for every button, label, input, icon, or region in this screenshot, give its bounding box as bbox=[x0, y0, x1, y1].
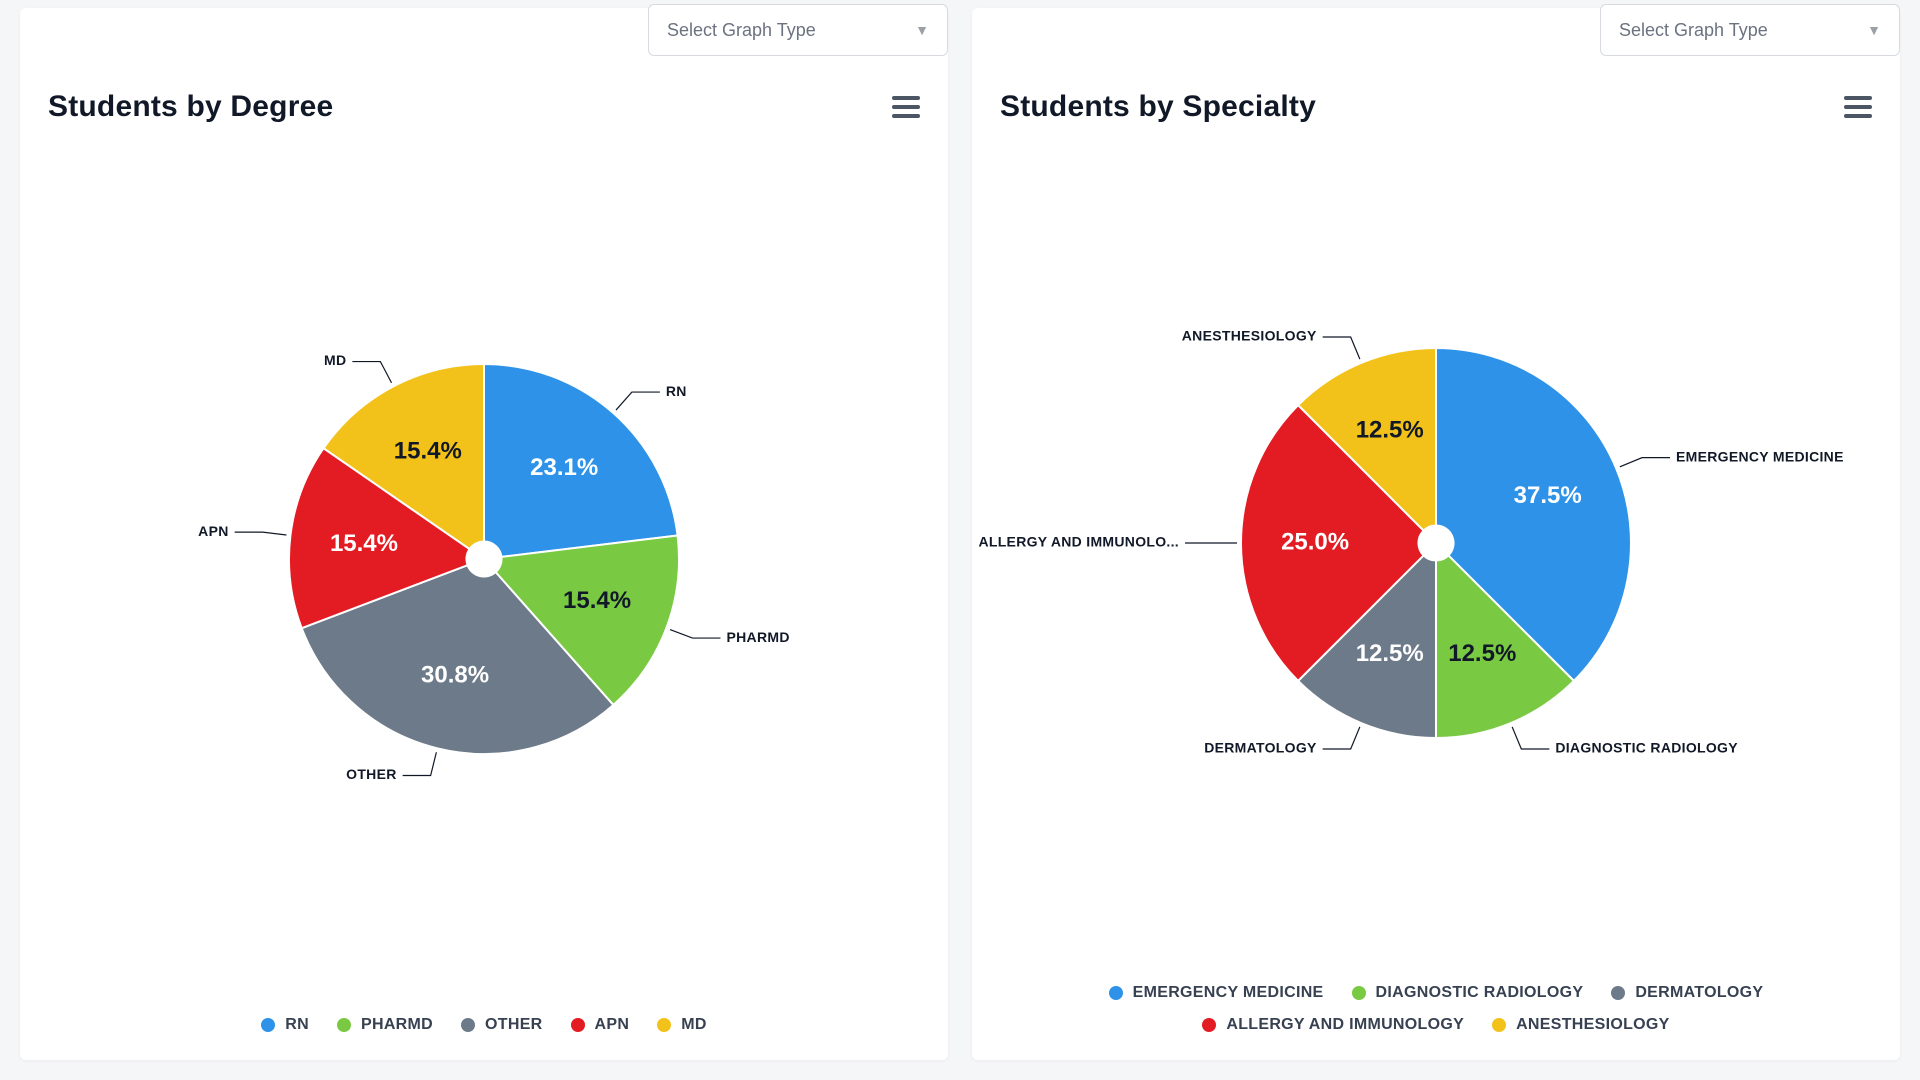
caret-down-icon: ▼ bbox=[915, 22, 929, 38]
slice-percent-label: 12.5% bbox=[1448, 640, 1516, 667]
graph-type-select-wrap-left: Select Graph Type ▼ bbox=[648, 4, 948, 56]
legend-label: RN bbox=[285, 1016, 309, 1034]
legend-label: PHARMD bbox=[361, 1016, 433, 1034]
legend-item[interactable]: PHARMD bbox=[337, 1016, 433, 1034]
legend-left: RN PHARMD OTHER APN MD bbox=[20, 1006, 948, 1060]
legend-item[interactable]: OTHER bbox=[461, 1016, 543, 1034]
card-title-right: Students by Specialty bbox=[1000, 90, 1316, 124]
card-header-right: Students by Specialty bbox=[972, 66, 1900, 132]
legend-label: ALLERGY AND IMMUNOLOGY bbox=[1226, 1016, 1464, 1034]
slice-percent-label: 15.4% bbox=[330, 530, 398, 557]
dashboard-page: Select Graph Type ▼ Students by Degree 2… bbox=[0, 0, 1920, 1080]
card-students-by-degree: Select Graph Type ▼ Students by Degree 2… bbox=[20, 8, 948, 1060]
caret-down-icon: ▼ bbox=[1867, 22, 1881, 38]
legend-swatch bbox=[1202, 1018, 1216, 1032]
slice-percent-label: 12.5% bbox=[1356, 640, 1424, 667]
leader-line bbox=[670, 630, 720, 639]
card-title-left: Students by Degree bbox=[48, 90, 333, 124]
legend-swatch bbox=[571, 1018, 585, 1032]
legend-right: EMERGENCY MEDICINE DIAGNOSTIC RADIOLOGY DE… bbox=[972, 974, 1900, 1060]
chart-menu-icon[interactable] bbox=[1844, 96, 1872, 118]
slice-category-label: MD bbox=[324, 352, 346, 368]
leader-line bbox=[403, 752, 437, 775]
legend-swatch bbox=[1352, 986, 1366, 1000]
slice-percent-label: 25.0% bbox=[1281, 528, 1349, 555]
chart-area-right: 37.5% EMERGENCY MEDICINE 12.5% DIAGNOSTIC R… bbox=[972, 132, 1900, 974]
legend-swatch bbox=[337, 1018, 351, 1032]
card-students-by-specialty: Select Graph Type ▼ Students by Specialt… bbox=[972, 8, 1900, 1060]
slice-category-label: PHARMD bbox=[727, 629, 790, 645]
leader-line bbox=[616, 392, 660, 410]
legend-item[interactable]: ALLERGY AND IMMUNOLOGY bbox=[1202, 1016, 1464, 1034]
donut-hole bbox=[466, 541, 501, 576]
slice-category-label: EMERGENCY MEDICINE bbox=[1676, 448, 1844, 464]
legend-swatch bbox=[657, 1018, 671, 1032]
chart-area-left: 23.1% RN 15.4% PHARMD 30.8% OTHER 15.4% APN 15.4… bbox=[20, 132, 948, 1006]
legend-label: DIAGNOSTIC RADIOLOGY bbox=[1376, 984, 1584, 1002]
leader-line bbox=[1323, 337, 1360, 359]
leader-line bbox=[1620, 458, 1670, 467]
graph-type-select[interactable]: Select Graph Type ▼ bbox=[1600, 4, 1900, 56]
legend-label: EMERGENCY MEDICINE bbox=[1133, 984, 1324, 1002]
slice-percent-label: 23.1% bbox=[530, 454, 598, 481]
leader-line bbox=[235, 532, 287, 535]
graph-type-select[interactable]: Select Graph Type ▼ bbox=[648, 4, 948, 56]
slice-percent-label: 30.8% bbox=[421, 662, 489, 689]
graph-type-select-wrap-right: Select Graph Type ▼ bbox=[1600, 4, 1900, 56]
legend-item[interactable]: EMERGENCY MEDICINE bbox=[1109, 984, 1324, 1002]
legend-item[interactable]: RN bbox=[261, 1016, 309, 1034]
legend-item[interactable]: ANESTHESIOLOGY bbox=[1492, 1016, 1670, 1034]
legend-item[interactable]: DIAGNOSTIC RADIOLOGY bbox=[1352, 984, 1584, 1002]
chart-menu-icon[interactable] bbox=[892, 96, 920, 118]
legend-swatch bbox=[1109, 986, 1123, 1000]
leader-line bbox=[1323, 727, 1360, 749]
slice-category-label: ALLERGY AND IMMUNOLO... bbox=[978, 534, 1179, 550]
slice-percent-label: 15.4% bbox=[563, 587, 631, 614]
legend-swatch bbox=[1611, 986, 1625, 1000]
legend-label: OTHER bbox=[485, 1016, 543, 1034]
legend-label: MD bbox=[681, 1016, 706, 1034]
legend-label: ANESTHESIOLOGY bbox=[1516, 1016, 1670, 1034]
graph-type-select-placeholder: Select Graph Type bbox=[1619, 20, 1768, 41]
slice-category-label: ANESTHESIOLOGY bbox=[1182, 328, 1317, 344]
donut-hole bbox=[1418, 525, 1453, 560]
slice-category-label: OTHER bbox=[346, 766, 397, 782]
legend-label: APN bbox=[595, 1016, 630, 1034]
slice-percent-label: 12.5% bbox=[1356, 417, 1424, 444]
slice-percent-label: 15.4% bbox=[394, 437, 462, 464]
graph-type-select-placeholder: Select Graph Type bbox=[667, 20, 816, 41]
legend-label: DERMATOLOGY bbox=[1635, 984, 1763, 1002]
slice-category-label: RN bbox=[666, 383, 687, 399]
slice-category-label: DIAGNOSTIC RADIOLOGY bbox=[1555, 740, 1738, 756]
slice-category-label: DERMATOLOGY bbox=[1204, 740, 1317, 756]
legend-swatch bbox=[261, 1018, 275, 1032]
slice-category-label: APN bbox=[198, 523, 228, 539]
legend-swatch bbox=[1492, 1018, 1506, 1032]
legend-item[interactable]: MD bbox=[657, 1016, 706, 1034]
legend-item[interactable]: DERMATOLOGY bbox=[1611, 984, 1763, 1002]
pie-chart-degree: 23.1% RN 15.4% PHARMD 30.8% OTHER 15.4% APN 15.4… bbox=[34, 219, 934, 919]
card-header-left: Students by Degree bbox=[20, 66, 948, 132]
leader-line bbox=[1512, 727, 1549, 749]
leader-line bbox=[352, 362, 391, 383]
legend-item[interactable]: APN bbox=[571, 1016, 630, 1034]
pie-chart-specialty: 37.5% EMERGENCY MEDICINE 12.5% DIAGNOSTIC R… bbox=[986, 203, 1886, 903]
slice-percent-label: 37.5% bbox=[1514, 482, 1582, 509]
legend-swatch bbox=[461, 1018, 475, 1032]
